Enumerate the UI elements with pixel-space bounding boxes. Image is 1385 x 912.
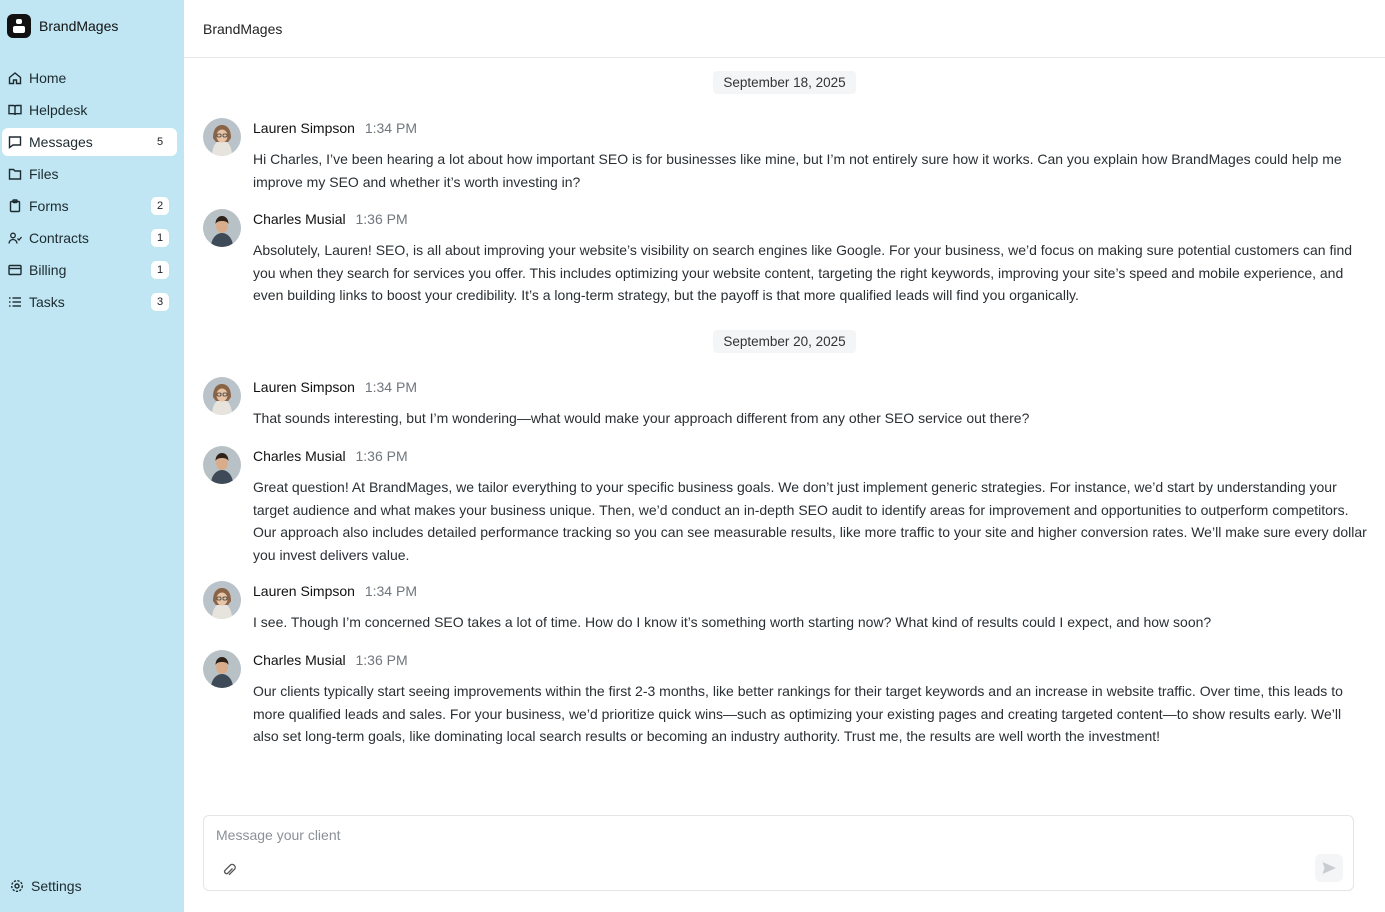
send-button[interactable] [1315,854,1343,882]
sidebar-item-contracts[interactable]: Contracts 1 [2,224,177,252]
tasks-count-badge: 3 [151,293,169,311]
avatar[interactable] [203,446,241,484]
sidebar-item-label: Settings [31,878,82,894]
message-text: Our clients typically start seeing impro… [253,683,1343,744]
date-separator: September 18, 2025 [184,71,1385,94]
message-composer [203,815,1354,891]
sender-name: Lauren Simpson [253,379,355,395]
folder-icon [8,167,22,181]
sender-name: Charles Musial [253,448,346,464]
date-label: September 20, 2025 [713,330,856,353]
message-text: Great question! At BrandMages, we tailor… [253,479,1367,563]
avatar[interactable] [203,581,241,619]
sender-name: Charles Musial [253,211,346,227]
sidebar-nav: Home Helpdesk Messages 5 Files Forms 2 C… [0,64,184,320]
message-header: Lauren Simpson 1:34 PM [253,379,417,395]
page-title: BrandMages [203,20,283,37]
list-icon [8,295,22,309]
date-separator: September 20, 2025 [184,330,1385,353]
messages-count-badge: 5 [156,136,164,148]
sidebar-item-label: Home [29,70,67,86]
forms-count-badge: 2 [151,197,169,215]
sidebar-item-label: Billing [29,262,67,278]
sidebar-item-settings[interactable]: Settings [4,872,170,900]
sidebar-item-label: Files [29,166,59,182]
message-header: Charles Musial 1:36 PM [253,211,408,227]
message-input[interactable] [214,824,1298,846]
message-header: Charles Musial 1:36 PM [253,652,408,668]
sidebar-settings-section: Settings [2,872,177,904]
brand-name: BrandMages [39,18,119,34]
sidebar-item-home[interactable]: Home [2,64,177,92]
avatar[interactable] [203,209,241,247]
message-icon [8,135,22,149]
paperclip-icon[interactable] [221,862,237,878]
send-icon [1321,860,1337,876]
sidebar: BrandMages Home Helpdesk Messages 5 File… [0,0,184,912]
header: BrandMages [184,0,1385,58]
message-time: 1:36 PM [355,652,408,668]
sidebar-item-label: Tasks [29,294,65,310]
sidebar-item-messages[interactable]: Messages 5 [2,128,177,156]
avatar[interactable] [203,118,241,156]
brand[interactable]: BrandMages [7,13,118,39]
handshake-icon [8,231,22,245]
sidebar-item-helpdesk[interactable]: Helpdesk [2,96,177,124]
sidebar-item-label: Helpdesk [29,102,88,118]
sidebar-item-tasks[interactable]: Tasks 3 [2,288,177,316]
message-header: Lauren Simpson 1:34 PM [253,120,417,136]
sidebar-item-billing[interactable]: Billing 1 [2,256,177,284]
message-text: Hi Charles, I’ve been hearing a lot abou… [253,151,1342,190]
billing-count-badge: 1 [151,261,169,279]
sidebar-item-files[interactable]: Files [2,160,177,188]
credit-card-icon [8,263,22,277]
brand-logo-icon [7,14,31,38]
message-text: That sounds interesting, but I’m wonderi… [253,410,1030,426]
sidebar-item-label: Messages [29,134,93,150]
main-panel: BrandMages September 18, 2025 Lauren Sim… [184,0,1385,912]
sidebar-item-label: Contracts [29,230,89,246]
message-time: 1:34 PM [364,379,417,395]
contracts-count-badge: 1 [151,229,169,247]
message-text: I see. Though I’m concerned SEO takes a … [253,614,1212,630]
message-header: Charles Musial 1:36 PM [253,448,408,464]
sender-name: Charles Musial [253,652,346,668]
gear-icon [10,879,24,893]
message-time: 1:36 PM [355,448,408,464]
sender-name: Lauren Simpson [253,583,355,599]
message-header: Lauren Simpson 1:34 PM [253,583,417,599]
book-icon [8,103,22,117]
message-time: 1:34 PM [364,583,417,599]
message-time: 1:34 PM [364,120,417,136]
clipboard-icon [8,199,22,213]
app-window: BrandMages Home Helpdesk Messages 5 File… [0,0,1385,912]
sidebar-item-forms[interactable]: Forms 2 [2,192,177,220]
avatar[interactable] [203,377,241,415]
sender-name: Lauren Simpson [253,120,355,136]
home-icon [8,71,22,85]
message-text: Absolutely, Lauren! SEO, is all about im… [253,242,1353,303]
date-label: September 18, 2025 [713,71,856,94]
message-time: 1:36 PM [355,211,408,227]
avatar[interactable] [203,650,241,688]
sidebar-item-label: Forms [29,198,69,214]
